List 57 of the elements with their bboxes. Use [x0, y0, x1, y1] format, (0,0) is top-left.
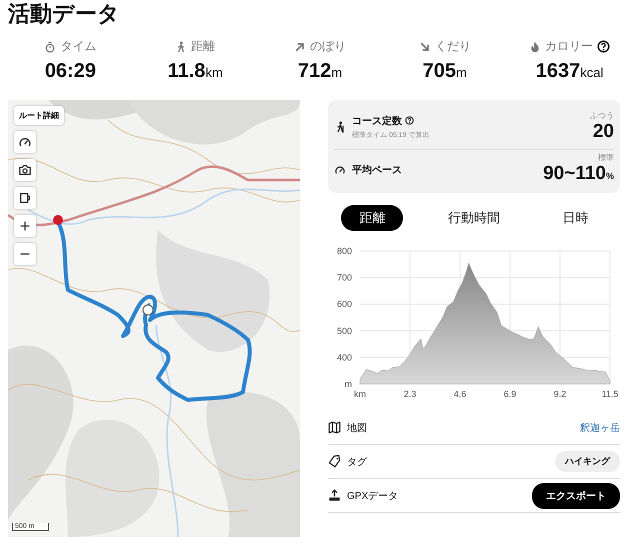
pace-label: 平均ペース [352, 164, 402, 176]
x-axis-unit: km [354, 389, 366, 399]
upload-icon [328, 489, 341, 502]
row-label: タグ [347, 456, 367, 468]
stat-label: 距離 [191, 38, 216, 55]
flame-icon [529, 40, 542, 52]
arrow-down-right-icon [418, 40, 431, 52]
stat-value: 1637kcal [536, 59, 604, 84]
tag-icon [328, 455, 341, 468]
row-label: 地図 [347, 422, 367, 434]
stat-value: 06:29 [44, 59, 96, 83]
help-icon[interactable] [597, 40, 610, 53]
chart-tab[interactable]: 距離 [341, 205, 404, 231]
y-axis-unit: m [344, 379, 352, 389]
stat-value: 705m [422, 59, 467, 84]
arrow-up-right-icon [294, 40, 306, 52]
y-axis-label: 400 [336, 352, 352, 362]
x-axis-label: 2.3 [404, 389, 416, 399]
y-axis-label: 800 [336, 246, 352, 256]
zoom-in-button[interactable] [14, 215, 36, 237]
mountain-link[interactable]: 釈迦ヶ岳 [580, 420, 620, 434]
y-axis-label: 700 [336, 272, 352, 283]
chart-tab[interactable]: 日時 [544, 205, 607, 231]
camera-icon [18, 163, 32, 177]
stat-label: タイム [60, 38, 96, 55]
pace-grade: 標準 [598, 152, 614, 163]
stat-label: カロリー [545, 38, 594, 55]
map-icon [328, 421, 341, 434]
cup-icon [18, 191, 32, 205]
tag-chip[interactable]: ハイキング [555, 451, 620, 472]
course-grade: ふつう [590, 110, 614, 121]
plus-icon [18, 219, 32, 233]
y-axis-label: 600 [336, 299, 352, 310]
stopwatch-icon [44, 40, 56, 52]
gauge-icon [334, 164, 346, 176]
page-title: 活動データ [6, 0, 121, 28]
stat-label: くだり [434, 38, 471, 55]
stat-value: 11.8km [168, 59, 223, 84]
x-axis-label: 9.2 [554, 389, 566, 399]
help-icon[interactable] [405, 116, 414, 125]
export-button[interactable]: エクスポート [532, 482, 620, 508]
row-label: GPXデータ [347, 490, 398, 502]
x-axis-label: 11.5 [602, 389, 618, 399]
camera-button[interactable] [14, 159, 36, 181]
stat-label: のぼり [310, 38, 346, 55]
chart-tab[interactable]: 行動時間 [430, 205, 518, 231]
x-axis-label: 6.9 [504, 389, 516, 399]
course-value: 20 [592, 121, 614, 143]
x-axis-label: 4.6 [454, 389, 466, 399]
pace-value: 90~110% [543, 163, 614, 186]
cup-button[interactable] [14, 187, 36, 209]
y-axis-label: 500 [336, 326, 352, 336]
course-label: コース定数 [352, 114, 402, 128]
stat-value: 712m [298, 59, 342, 84]
gauge-button[interactable] [14, 131, 36, 153]
route-details-button[interactable]: ルート詳細 [14, 106, 64, 125]
gauge-icon [18, 135, 32, 149]
